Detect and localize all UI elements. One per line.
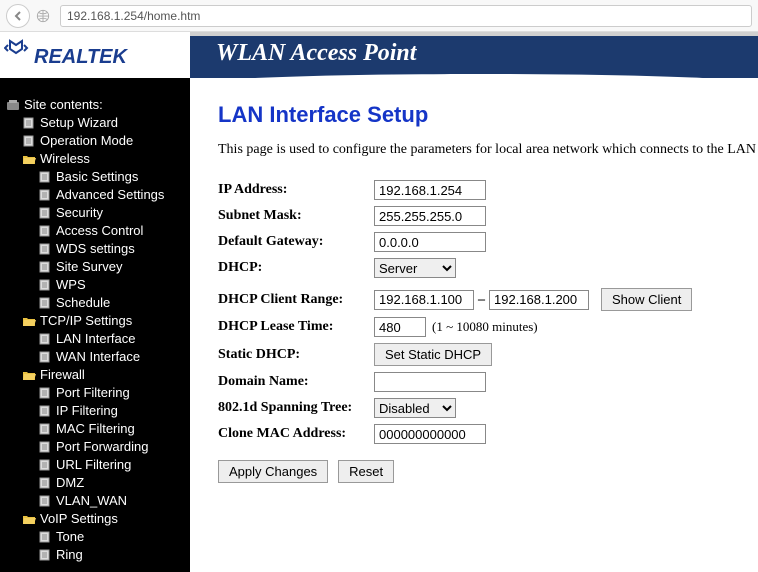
sidebar-item-advanced-settings[interactable]: Advanced Settings (0, 186, 190, 204)
sidebar-item-label: Access Control (56, 223, 143, 239)
sidebar-item-label: Basic Settings (56, 169, 138, 185)
sidebar-item-label: TCP/IP Settings (40, 313, 132, 329)
mask-input[interactable] (374, 206, 486, 226)
sidebar-item-operation-mode[interactable]: Operation Mode (0, 132, 190, 150)
url-bar[interactable]: 192.168.1.254/home.htm (60, 5, 752, 27)
svg-text:REALTEK: REALTEK (34, 46, 129, 68)
sidebar-item-mac-filtering[interactable]: MAC Filtering (0, 420, 190, 438)
label-spanning: 802.1d Spanning Tree: (218, 400, 374, 416)
ip-input[interactable] (374, 180, 486, 200)
sidebar-item-label: WDS settings (56, 241, 135, 257)
domain-input[interactable] (374, 372, 486, 392)
content: LAN Interface Setup This page is used to… (190, 78, 758, 493)
sidebar-item-label: Operation Mode (40, 133, 133, 149)
back-button[interactable] (6, 4, 30, 28)
sidebar-item-ring[interactable]: Ring (0, 546, 190, 564)
sidebar-item-wds-settings[interactable]: WDS settings (0, 240, 190, 258)
sidebar-item-wps[interactable]: WPS (0, 276, 190, 294)
sidebar-item-label: Site Survey (56, 259, 122, 275)
show-client-button[interactable]: Show Client (601, 288, 692, 311)
reset-button[interactable]: Reset (338, 460, 394, 483)
sidebar-item-label: URL Filtering (56, 457, 131, 473)
sidebar-item-label: WPS (56, 277, 86, 293)
sidebar-item-label: LAN Interface (56, 331, 136, 347)
nav-tree: Site contents: Setup Wizard Operation Mod… (0, 94, 190, 564)
label-lease: DHCP Lease Time: (218, 319, 374, 335)
label-ip: IP Address: (218, 182, 374, 198)
globe-icon (36, 9, 50, 23)
sidebar-item-setup-wizard[interactable]: Setup Wizard (0, 114, 190, 132)
sidebar-item-label: Tone (56, 529, 84, 545)
gateway-input[interactable] (374, 232, 486, 252)
tree-header-label: Site contents: (24, 97, 103, 113)
sidebar-item-lan-interface[interactable]: LAN Interface (0, 330, 190, 348)
sidebar-item-label: Schedule (56, 295, 110, 311)
sidebar-item-security[interactable]: Security (0, 204, 190, 222)
sidebar-item-label: Security (56, 205, 103, 221)
sidebar-item-url-filtering[interactable]: URL Filtering (0, 456, 190, 474)
sidebar-item-label: Wireless (40, 151, 90, 167)
page-title: LAN Interface Setup (218, 102, 748, 128)
sidebar-item-label: Advanced Settings (56, 187, 164, 203)
sidebar-item-label: Firewall (40, 367, 85, 383)
sidebar-item-tcp-ip-settings[interactable]: TCP/IP Settings (0, 312, 190, 330)
browser-toolbar: 192.168.1.254/home.htm (0, 0, 758, 32)
lease-input[interactable] (374, 317, 426, 337)
url-text: 192.168.1.254/home.htm (67, 9, 200, 23)
range-start-input[interactable] (374, 290, 474, 310)
sidebar-item-label: VLAN_WAN (56, 493, 127, 509)
sidebar-item-label: Setup Wizard (40, 115, 118, 131)
sidebar-item-label: Ring (56, 547, 83, 563)
root-icon (6, 99, 20, 111)
sidebar-item-label: DMZ (56, 475, 84, 491)
dhcp-select[interactable]: Server (374, 258, 456, 278)
main-area: WLAN Access Point LAN Interface Setup Th… (190, 32, 758, 572)
sidebar-item-port-filtering[interactable]: Port Filtering (0, 384, 190, 402)
tree-header: Site contents: (0, 96, 190, 114)
label-static: Static DHCP: (218, 347, 374, 363)
range-dash: – (478, 292, 485, 308)
sidebar-item-label: Port Forwarding (56, 439, 148, 455)
apply-button[interactable]: Apply Changes (218, 460, 328, 483)
sidebar-item-basic-settings[interactable]: Basic Settings (0, 168, 190, 186)
sidebar-item-site-survey[interactable]: Site Survey (0, 258, 190, 276)
range-end-input[interactable] (489, 290, 589, 310)
sidebar-item-dmz[interactable]: DMZ (0, 474, 190, 492)
sidebar-item-schedule[interactable]: Schedule (0, 294, 190, 312)
sidebar-item-ip-filtering[interactable]: IP Filtering (0, 402, 190, 420)
label-dhcp: DHCP: (218, 260, 374, 276)
clonemac-input[interactable] (374, 424, 486, 444)
sidebar-item-label: VoIP Settings (40, 511, 118, 527)
sidebar-item-port-forwarding[interactable]: Port Forwarding (0, 438, 190, 456)
sidebar: REALTEK Site contents: Setup Wizard Opera… (0, 32, 190, 572)
spanning-select[interactable]: Disabled (374, 398, 456, 418)
label-gateway: Default Gateway: (218, 234, 374, 250)
title-bar: WLAN Access Point (190, 32, 758, 78)
sidebar-item-firewall[interactable]: Firewall (0, 366, 190, 384)
label-domain: Domain Name: (218, 374, 374, 390)
sidebar-item-label: WAN Interface (56, 349, 140, 365)
sidebar-item-wireless[interactable]: Wireless (0, 150, 190, 168)
sidebar-item-tone[interactable]: Tone (0, 528, 190, 546)
sidebar-item-voip-settings[interactable]: VoIP Settings (0, 510, 190, 528)
label-mask: Subnet Mask: (218, 208, 374, 224)
label-range: DHCP Client Range: (218, 292, 374, 308)
label-clonemac: Clone MAC Address: (218, 426, 374, 442)
sidebar-item-label: IP Filtering (56, 403, 118, 419)
sidebar-item-label: Port Filtering (56, 385, 130, 401)
page-description: This page is used to configure the param… (218, 142, 748, 158)
title-bar-text: WLAN Access Point (216, 40, 416, 67)
sidebar-item-label: MAC Filtering (56, 421, 135, 437)
sidebar-item-access-control[interactable]: Access Control (0, 222, 190, 240)
sidebar-item-wan-interface[interactable]: WAN Interface (0, 348, 190, 366)
set-static-button[interactable]: Set Static DHCP (374, 343, 492, 366)
sidebar-item-vlan-wan[interactable]: VLAN_WAN (0, 492, 190, 510)
logo: REALTEK (0, 32, 190, 78)
lease-hint: (1 ~ 10080 minutes) (432, 319, 538, 335)
